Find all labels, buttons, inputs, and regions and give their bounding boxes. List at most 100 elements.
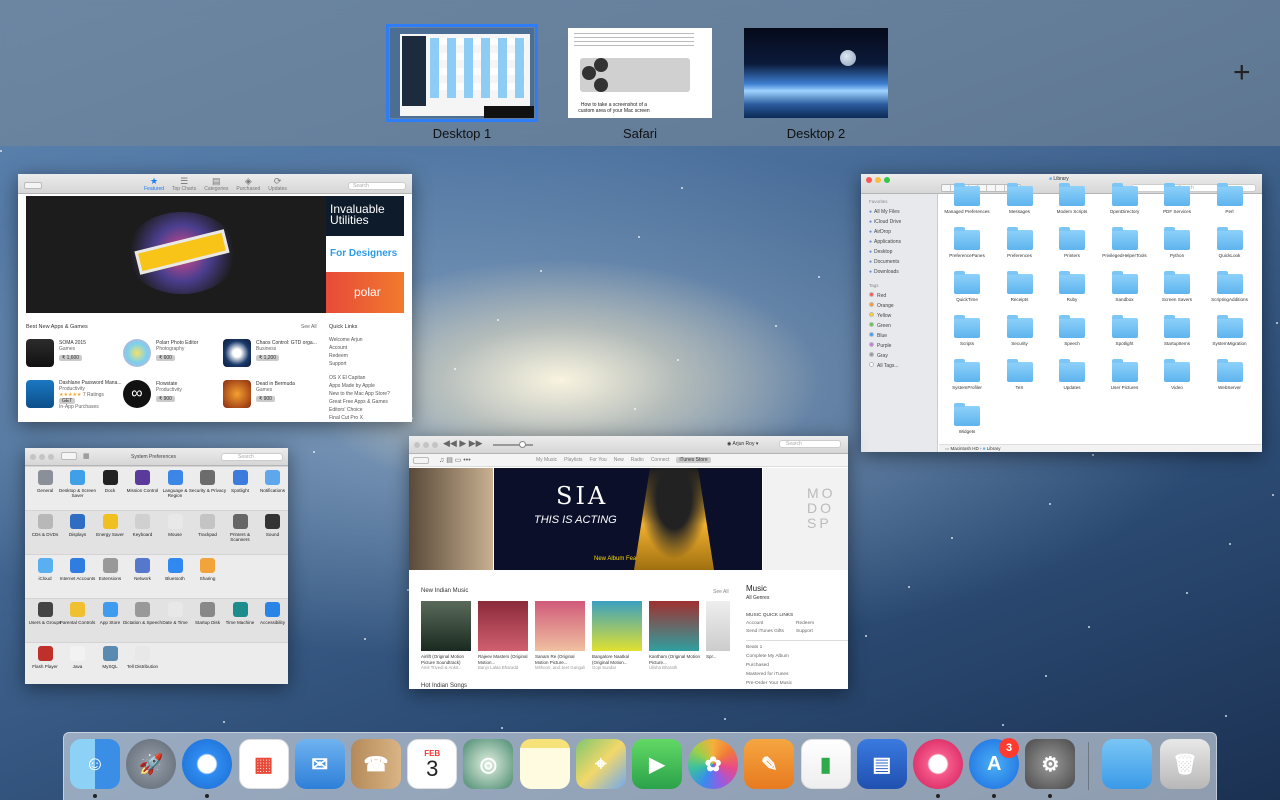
folder-item[interactable]: Screen Savers bbox=[1151, 271, 1203, 302]
grid-app-icon[interactable]: ▦ bbox=[238, 739, 289, 789]
sidebar-tag-all-tags-[interactable]: All Tags... bbox=[861, 361, 937, 371]
system-preferences-window[interactable]: ▦ System Preferences Search General Deskt… bbox=[25, 448, 288, 684]
album-item[interactable]: Airlift (Original Motion Picture Soundtr… bbox=[421, 601, 473, 670]
facetime-icon[interactable]: ▶ bbox=[632, 739, 682, 789]
quick-link[interactable]: Support bbox=[796, 628, 846, 636]
folder-item[interactable]: User Pictures bbox=[1099, 359, 1151, 390]
folder-item[interactable]: Widgets bbox=[941, 403, 993, 434]
app-store-window[interactable]: ★ Featured ☰ Top Charts ▤ Categories ◈ Purch… bbox=[18, 174, 412, 422]
sidebar-item-applications[interactable]: ● Applications bbox=[861, 237, 937, 247]
user-account[interactable]: ◉ Arjun Roy ▾ bbox=[727, 441, 758, 447]
volume-slider[interactable] bbox=[493, 441, 533, 448]
back-forward-buttons[interactable] bbox=[413, 457, 429, 464]
album-item[interactable]: Rajeev Masters (Original Motion... Banjo … bbox=[478, 601, 530, 670]
quick-link[interactable]: Redeem bbox=[796, 620, 846, 628]
numbers-icon[interactable]: ▮ bbox=[800, 739, 851, 789]
banner-right[interactable]: MO DO SP bbox=[763, 468, 848, 570]
quick-link[interactable]: Redeem bbox=[329, 352, 363, 360]
folder-item[interactable]: Security bbox=[994, 315, 1046, 346]
back-forward-buttons[interactable] bbox=[61, 452, 77, 460]
sidebar-item-downloads[interactable]: ● Downloads bbox=[861, 267, 937, 277]
downloads-folder-icon[interactable] bbox=[1102, 739, 1152, 789]
quick-link[interactable]: Send iTunes Gifts bbox=[746, 628, 796, 636]
more-link[interactable]: Pre-Order Your Music bbox=[746, 679, 848, 688]
folder-item[interactable]: Sandbox bbox=[1099, 271, 1151, 302]
sidebar-tag-orange[interactable]: Orange bbox=[861, 301, 937, 311]
folder-item[interactable]: StartupItems bbox=[1151, 315, 1203, 346]
window-controls[interactable] bbox=[414, 442, 441, 450]
sidebar-item-icloud-drive[interactable]: ● iCloud Drive bbox=[861, 217, 937, 227]
sidebar-tag-gray[interactable]: Gray bbox=[861, 351, 937, 361]
add-space-button[interactable]: + bbox=[1233, 58, 1251, 88]
more-link[interactable]: Great Free Apps & Games bbox=[329, 398, 390, 406]
space-desktop-2[interactable]: Desktop 2 bbox=[744, 28, 888, 141]
sidebar-item-airdrop[interactable]: ● AirDrop bbox=[861, 227, 937, 237]
folder-item[interactable]: OpenDirectory bbox=[1099, 183, 1151, 214]
calendar-icon[interactable]: FEB 3 bbox=[407, 739, 458, 789]
folder-item[interactable]: Updates bbox=[1046, 359, 1098, 390]
itunes-tab[interactable]: iTunes Store bbox=[676, 457, 711, 463]
path-item[interactable]: Library bbox=[987, 446, 1001, 451]
folder-item[interactable]: Spotlight bbox=[1099, 315, 1151, 346]
tab-featured[interactable]: ★ Featured bbox=[144, 177, 164, 193]
tab-updates[interactable]: ⟳ Updates bbox=[268, 177, 287, 193]
itunes-tab[interactable]: Connect bbox=[651, 457, 670, 463]
notes-icon[interactable] bbox=[519, 739, 570, 789]
playback-controls[interactable]: ◀◀ ▶ ▶▶ bbox=[443, 438, 483, 449]
price-button[interactable]: ₹ 900 bbox=[156, 396, 175, 402]
search-input[interactable]: Search bbox=[779, 440, 841, 448]
tab-top-charts[interactable]: ☰ Top Charts bbox=[172, 177, 196, 193]
price-button[interactable]: ₹ 1,200 bbox=[256, 355, 280, 361]
tab-purchased[interactable]: ◈ Purchased bbox=[236, 177, 260, 193]
folder-item[interactable]: Managed Preferences bbox=[941, 183, 993, 214]
price-button[interactable]: ₹ 900 bbox=[256, 396, 275, 402]
pref-pane-sound[interactable]: Sound bbox=[253, 514, 289, 537]
price-button[interactable]: ₹ 1,600 bbox=[59, 355, 83, 361]
folder-item[interactable]: Speech bbox=[1046, 315, 1098, 346]
itunes-tab[interactable]: For You bbox=[589, 457, 606, 463]
system-preferences-icon[interactable]: ⚙ bbox=[1025, 739, 1076, 789]
itunes-tab[interactable]: Radio bbox=[631, 457, 644, 463]
desktop-1-thumbnail[interactable] bbox=[386, 24, 538, 122]
genre-dropdown[interactable]: All Genres bbox=[746, 595, 848, 601]
desktop-2-thumbnail[interactable] bbox=[744, 28, 888, 118]
quick-link[interactable]: Welcome Arjun bbox=[329, 336, 363, 344]
folder-item[interactable]: Ruby bbox=[1046, 271, 1098, 302]
back-forward-buttons[interactable] bbox=[24, 182, 42, 189]
contacts-icon[interactable]: ☎ bbox=[351, 739, 401, 789]
more-link[interactable]: Final Cut Pro X bbox=[329, 414, 390, 422]
itunes-icon[interactable]: ♫ bbox=[913, 739, 963, 789]
sidebar-tag-red[interactable]: Red bbox=[861, 291, 937, 301]
album-item[interactable]: Sanam Re (Original Motion Picture... Mith… bbox=[535, 601, 587, 670]
sidebar-tag-green[interactable]: Green bbox=[861, 321, 937, 331]
pref-pane-accessibility[interactable]: Accessibility bbox=[253, 602, 289, 625]
folder-item[interactable]: QuickLook bbox=[1204, 227, 1256, 258]
folder-item[interactable]: Perl bbox=[1204, 183, 1256, 214]
folder-item[interactable]: Messages bbox=[994, 183, 1046, 214]
sidebar-item-documents[interactable]: ● Documents bbox=[861, 257, 937, 267]
search-input[interactable]: Search bbox=[221, 453, 283, 461]
grid-view-icon[interactable]: ▦ bbox=[83, 452, 90, 460]
trash-icon[interactable]: 🗑 bbox=[1160, 739, 1210, 789]
more-link[interactable]: OS X El Capitan bbox=[329, 374, 390, 382]
see-all-link[interactable]: See All bbox=[301, 324, 317, 330]
finder-icon[interactable]: ☺ bbox=[70, 739, 120, 789]
folder-item[interactable]: PreferencePanes bbox=[941, 227, 993, 258]
more-link[interactable]: Editors' Choice bbox=[329, 406, 390, 414]
window-controls[interactable] bbox=[866, 177, 893, 185]
sidebar-item-all-my-files[interactable]: ● All My Files bbox=[861, 207, 937, 217]
folder-item[interactable]: QuickTime bbox=[941, 271, 993, 302]
space-safari[interactable]: How to take a screenshot of a custom are… bbox=[568, 28, 712, 141]
sidebar-tag-blue[interactable]: Blue bbox=[861, 331, 937, 341]
sia-banner[interactable]: SIA THIS IS ACTING New Album Feat. 'Aliv… bbox=[494, 468, 762, 570]
album-item[interactable]: Bangalore Naatkal (Original Motion... Gop… bbox=[592, 601, 644, 670]
itunes-window[interactable]: ◀◀ ▶ ▶▶ ◉ Arjun Roy ▾ Search ♫ ▤ ▭ ••• M… bbox=[409, 436, 848, 689]
more-link[interactable]: Apps Made by Apple bbox=[329, 382, 390, 390]
pref-pane-sharing[interactable]: Sharing bbox=[188, 558, 228, 581]
price-button[interactable]: ₹ 600 bbox=[156, 355, 175, 361]
folder-item[interactable]: Video bbox=[1151, 359, 1203, 390]
folder-item[interactable]: TeX bbox=[994, 359, 1046, 390]
sidebar-tag-purple[interactable]: Purple bbox=[861, 341, 937, 351]
see-all-link[interactable]: See All bbox=[713, 589, 729, 595]
mail-icon[interactable]: ✉ bbox=[294, 739, 345, 789]
